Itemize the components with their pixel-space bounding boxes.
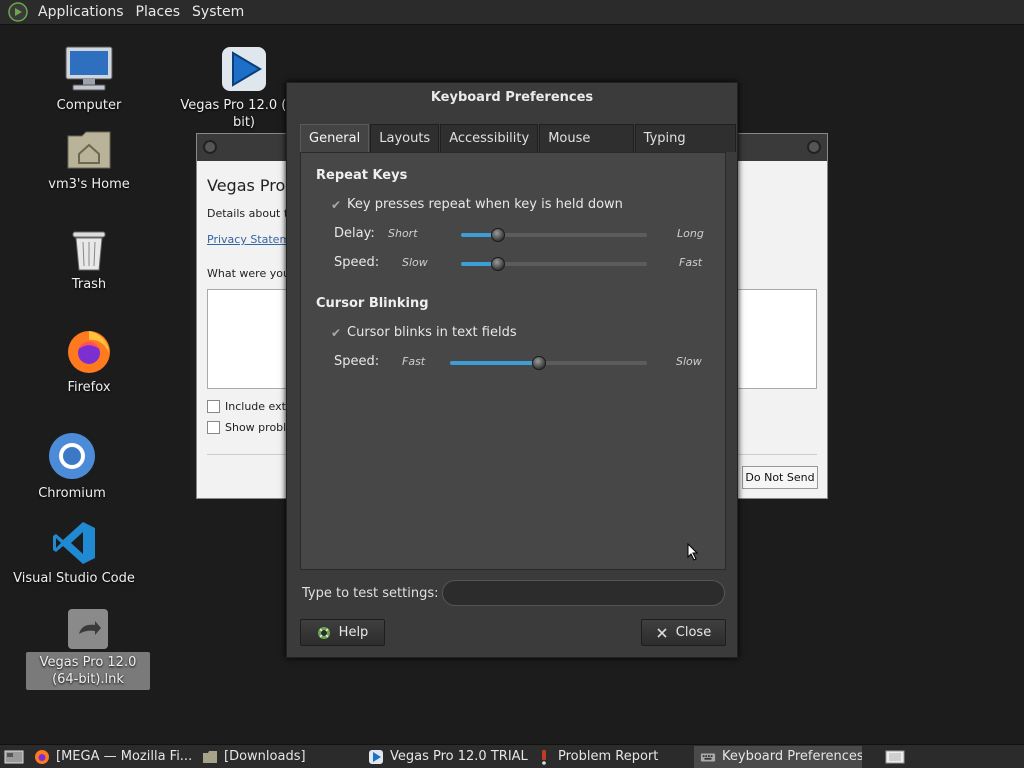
tab-accessibility[interactable]: Accessibility — [440, 124, 539, 152]
taskbar-item-label: [MEGA — Mozilla Fi... — [56, 749, 193, 764]
do-not-send-button[interactable]: Do Not Send — [742, 466, 818, 489]
top-panel: Applications Places System — [0, 0, 1024, 25]
check-mark-icon[interactable]: ✔ — [331, 326, 345, 340]
help-lifebuoy-icon — [317, 626, 331, 640]
blink-speed-max-label: Slow — [676, 355, 702, 368]
general-tab-page: Repeat Keys ✔ Key presses repeat when ke… — [300, 152, 726, 570]
repeat-speed-max-label: Fast — [679, 256, 703, 269]
chromium-icon — [49, 433, 95, 479]
menu-applications[interactable]: Applications — [32, 4, 130, 20]
repeat-keys-checkbox[interactable]: ✔ Key presses repeat when key is held do… — [331, 197, 623, 212]
firefox-icon — [34, 749, 50, 765]
keyboard-preferences-dialog[interactable]: Keyboard Preferences General Layouts Acc… — [286, 82, 738, 658]
dialog-title: Keyboard Preferences — [430, 90, 594, 105]
home-folder-icon — [67, 131, 111, 169]
checkbox-box[interactable] — [207, 400, 220, 413]
tab-bar: General Layouts Accessibility Mouse Keys… — [300, 124, 737, 173]
slider-knob[interactable] — [491, 257, 506, 271]
repeat-speed-min-label: Slow — [402, 256, 428, 269]
distro-logo-icon[interactable] — [8, 2, 28, 22]
taskbar-item-keyboard-preferences[interactable]: Keyboard Preferences — [694, 745, 862, 768]
trash-icon — [72, 231, 106, 271]
blink-speed-label: Speed: — [334, 354, 380, 369]
desktop-icon-label: Firefox — [67, 380, 111, 395]
desktop-icon-label: Vegas Pro 12.0 (64-bit).lnk — [26, 652, 150, 690]
taskbar-item-problem-report[interactable]: Problem Report — [530, 746, 694, 768]
cursor-blinking-heading: Cursor Blinking — [316, 296, 429, 311]
desktop-icon-vegas-lnk[interactable]: Vegas Pro 12.0 (64-bit).lnk — [26, 608, 150, 690]
desktop-icon-chromium[interactable]: Chromium — [28, 431, 116, 502]
taskbar-item-label: [Downloads] — [224, 749, 306, 764]
delay-max-label: Long — [677, 227, 704, 240]
tab-layouts[interactable]: Layouts — [370, 124, 440, 152]
desktop-icon-vscode[interactable]: Visual Studio Code — [10, 520, 138, 587]
slider-knob[interactable] — [531, 356, 546, 370]
check-mark-icon[interactable]: ✔ — [331, 198, 345, 212]
workspace-switcher[interactable] — [878, 746, 912, 768]
checkbox-label: Key presses repeat when key is held down — [347, 197, 623, 212]
desktop-icon-trash[interactable]: Trash — [44, 228, 134, 293]
mouse-pointer-icon — [687, 543, 699, 561]
desktop-icon-computer[interactable]: Computer — [44, 45, 134, 114]
tab-general[interactable]: General — [300, 124, 370, 152]
desktop-icon-label: Computer — [56, 98, 122, 113]
help-button[interactable]: Help — [300, 619, 385, 646]
cursor-blinks-checkbox[interactable]: ✔ Cursor blinks in text fields — [331, 325, 517, 340]
close-button-label: Close — [675, 625, 712, 640]
problem-report-icon — [536, 749, 552, 765]
menu-system[interactable]: System — [186, 4, 250, 20]
close-icon[interactable] — [807, 140, 821, 154]
menu-places[interactable]: Places — [130, 4, 187, 20]
include-extra-checkbox[interactable]: Include extra — [207, 400, 297, 413]
desktop-icon-home[interactable]: vm3's Home — [44, 128, 134, 193]
desktop-icon-label: Trash — [71, 277, 107, 292]
slider-knob[interactable] — [491, 228, 506, 242]
checkbox-box[interactable] — [207, 421, 220, 434]
taskbar-item-vegas[interactable]: Vegas Pro 12.0 TRIAL — [362, 746, 530, 768]
checkbox-label: Cursor blinks in text fields — [347, 325, 517, 340]
tab-typing-break[interactable]: Typing Break — [634, 124, 736, 173]
problem-report-details: Details about th — [207, 207, 296, 220]
firefox-icon — [68, 331, 110, 373]
test-settings-label: Type to test settings: — [302, 586, 439, 601]
taskbar-item-downloads[interactable]: [Downloads] — [196, 746, 362, 768]
desktop-icon-label: Visual Studio Code — [13, 571, 135, 586]
vegas-icon — [368, 749, 384, 765]
test-settings-input[interactable] — [442, 580, 725, 606]
delay-label: Delay: — [334, 226, 375, 241]
taskbar-item-firefox[interactable]: [MEGA — Mozilla Fi... — [28, 746, 196, 768]
show-desktop-icon — [4, 750, 24, 763]
computer-icon — [65, 46, 113, 91]
tab-mouse-keys[interactable]: Mouse Keys — [539, 124, 634, 173]
help-button-label: Help — [338, 625, 369, 640]
blink-speed-min-label: Fast — [402, 355, 426, 368]
vscode-icon — [53, 522, 95, 564]
workspace-icon — [885, 750, 905, 763]
repeat-keys-heading: Repeat Keys — [316, 168, 408, 183]
taskbar-item-label: Keyboard Preferences — [722, 749, 862, 764]
desktop-icon-label: vm3's Home — [48, 177, 130, 192]
taskbar-item-label: Vegas Pro 12.0 TRIAL — [390, 749, 528, 764]
show-problem-checkbox[interactable]: Show probler — [207, 421, 298, 434]
delay-min-label: Short — [388, 227, 418, 240]
delay-slider[interactable] — [461, 228, 647, 242]
desktop-icon-firefox[interactable]: Firefox — [44, 327, 134, 396]
keyboard-icon — [700, 749, 716, 765]
show-desktop-button[interactable] — [0, 746, 28, 768]
vegas-play-icon — [222, 47, 266, 91]
desktop-icon-label: Chromium — [38, 486, 106, 501]
close-button[interactable]: Close — [641, 619, 726, 646]
blink-speed-slider[interactable] — [450, 356, 647, 370]
taskbar-item-label: Problem Report — [558, 749, 659, 764]
repeat-speed-label: Speed: — [334, 255, 380, 270]
shortcut-icon — [68, 609, 108, 649]
folder-icon — [202, 749, 218, 765]
repeat-speed-slider[interactable] — [461, 257, 647, 271]
taskbar: [MEGA — Mozilla Fi... [Downloads] Vegas … — [0, 744, 1024, 768]
close-x-icon — [656, 627, 668, 639]
window-menu-icon[interactable] — [203, 140, 217, 154]
